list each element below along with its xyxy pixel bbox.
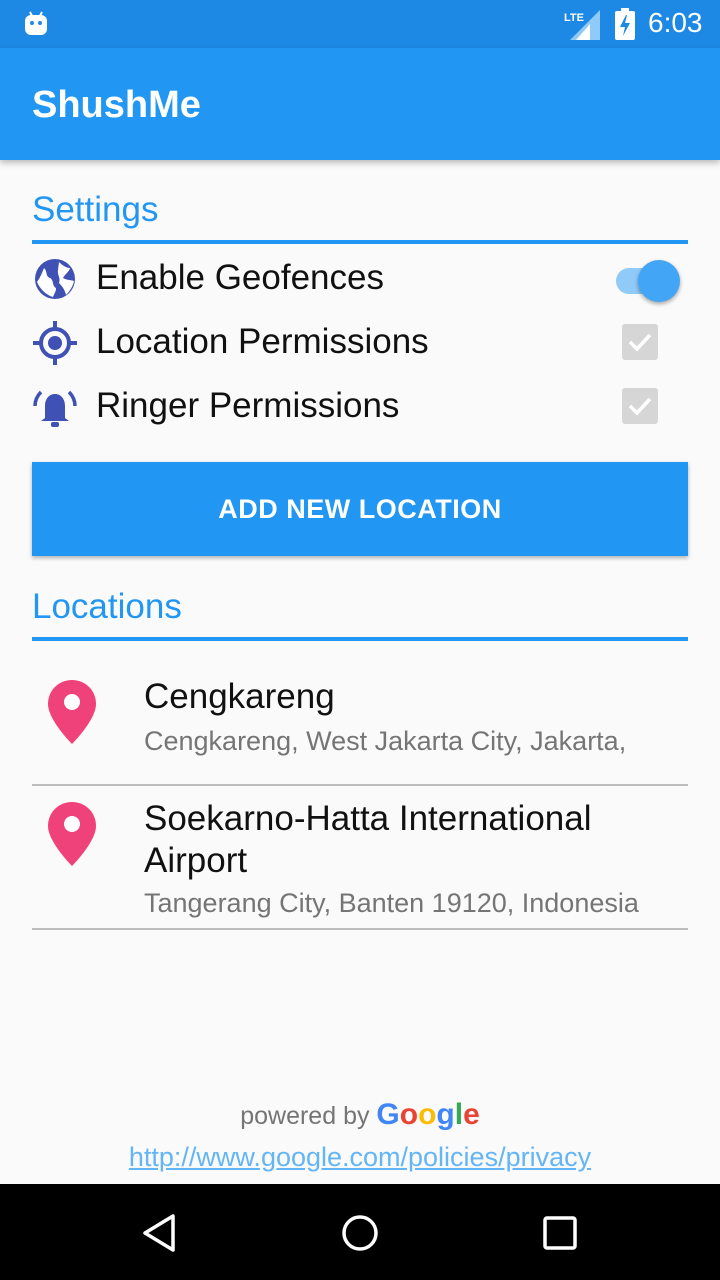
settings-divider — [32, 240, 688, 244]
privacy-policy-link[interactable]: http://www.google.com/policies/privacy — [0, 1142, 720, 1173]
ringing-bell-icon — [33, 390, 77, 427]
setting-label-ringer: Ringer Permissions — [96, 386, 400, 425]
location-permission-checkbox[interactable] — [622, 324, 658, 360]
android-icon — [25, 11, 47, 35]
checkmark-icon — [628, 333, 652, 352]
location-item[interactable]: Cengkareng Cengkareng, West Jakarta City… — [32, 642, 688, 784]
powered-by-google: powered by Google — [0, 1098, 720, 1132]
globe-icon — [35, 259, 75, 299]
app-title: ShushMe — [32, 84, 201, 126]
list-divider — [32, 928, 688, 930]
location-item[interactable]: Soekarno-Hatta International Airport Tan… — [32, 786, 688, 928]
home-icon[interactable] — [339, 1212, 381, 1254]
geofence-toggle[interactable] — [614, 258, 684, 302]
map-pin-icon — [48, 802, 96, 866]
status-bar: LTE 6:03 — [0, 0, 720, 48]
location-address: Tangerang City, Banten 19120, Indonesia — [144, 888, 639, 918]
system-nav-bar — [0, 1184, 720, 1280]
gps-target-icon — [33, 321, 77, 365]
recents-icon[interactable] — [539, 1212, 581, 1254]
locations-divider — [32, 637, 688, 641]
toggle-thumb — [638, 260, 680, 302]
ringer-permission-checkbox[interactable] — [622, 388, 658, 424]
setting-ringer-permissions[interactable]: Ringer Permissions — [32, 374, 688, 438]
settings-section-title: Settings — [32, 190, 159, 229]
setting-label-location: Location Permissions — [96, 322, 429, 361]
map-pin-icon — [48, 680, 96, 744]
setting-enable-geofences[interactable]: Enable Geofences — [32, 246, 688, 310]
add-new-location-button[interactable]: ADD NEW LOCATION — [32, 462, 688, 556]
location-address: Cengkareng, West Jakarta City, Jakarta, — [144, 726, 627, 756]
locations-section-title: Locations — [32, 587, 182, 626]
location-name: Soekarno-Hatta International Airport — [144, 799, 592, 880]
checkmark-icon — [628, 397, 652, 416]
lte-signal-icon: LTE — [564, 10, 600, 40]
google-logo: Google — [376, 1098, 480, 1131]
battery-charging-icon — [615, 8, 635, 40]
svg-text:LTE: LTE — [564, 12, 584, 24]
setting-location-permissions[interactable]: Location Permissions — [32, 310, 688, 374]
app-bar: ShushMe — [0, 48, 720, 160]
setting-label-geofences: Enable Geofences — [96, 258, 384, 297]
back-icon[interactable] — [139, 1212, 181, 1254]
location-name: Cengkareng — [144, 677, 335, 716]
powered-by-label: powered by — [240, 1102, 370, 1130]
status-time: 6:03 — [648, 7, 703, 38]
